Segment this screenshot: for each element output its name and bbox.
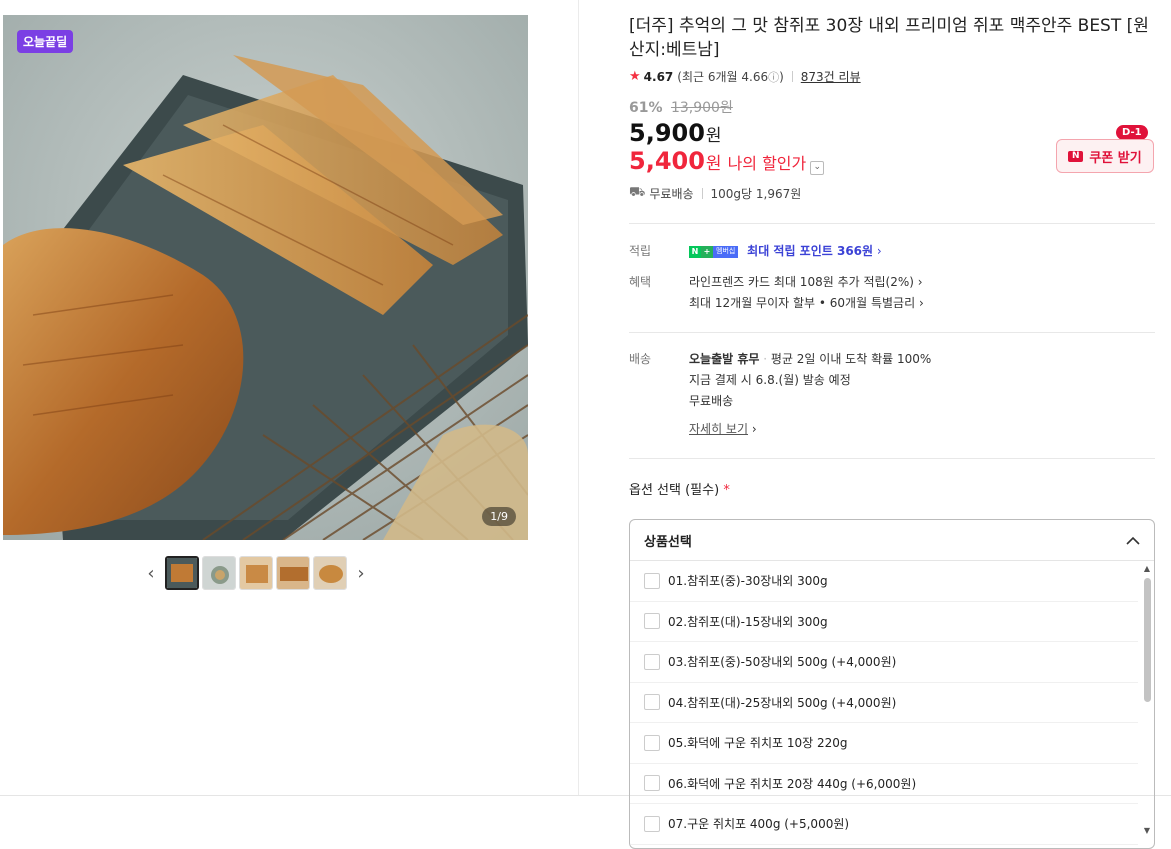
option-item[interactable]: 05.화덕에 구운 쥐치포 10장 220g: [630, 723, 1138, 764]
original-price: 13,900원: [670, 100, 733, 116]
option-item[interactable]: 07.구운 쥐치포 400g (+5,000원): [630, 804, 1138, 845]
product-info: [더주] 추억의 그 맛 참쥐포 30장 내외 프리미엄 쥐포 맥주안주 BES…: [629, 14, 1155, 849]
option-label: 옵션 선택 (필수) *: [629, 483, 730, 498]
option-checkbox[interactable]: [644, 572, 660, 589]
point-label: 적립: [629, 244, 652, 258]
chevron-left-icon[interactable]: ‹: [140, 555, 162, 591]
detail-link[interactable]: 자세히 보기: [689, 422, 748, 436]
required-mark: *: [723, 483, 730, 498]
chevron-right-icon: ›: [917, 275, 923, 289]
my-price-label[interactable]: 나의 할인가: [728, 150, 807, 174]
delivery-fee: 무료배송: [689, 394, 734, 408]
thumbnail-2[interactable]: [202, 556, 236, 590]
my-price: 5,400: [629, 147, 705, 175]
option-item-label: 02.참쥐포(대)-15장내외 300g: [668, 614, 828, 629]
chevron-up-icon[interactable]: [1126, 536, 1140, 545]
delivery-section: 배송 오늘출발 휴무 · 평균 2일 이내 도착 확률 100% 지금 결제 시…: [629, 333, 1155, 440]
discount-percent: 61%: [629, 100, 663, 116]
option-placeholder: 상품선택: [644, 534, 692, 550]
original-price-row: 61% 13,900원: [629, 97, 1155, 117]
scroll-thumb[interactable]: [1144, 578, 1151, 702]
divider: [629, 458, 1155, 459]
rating-recent-close: ): [779, 69, 784, 84]
option-dropdown[interactable]: 상품선택 01.참쥐포(중)-30장내외 300g 02.참쥐포(대)-15장내외…: [629, 519, 1155, 849]
price: 5,900: [629, 119, 705, 147]
dispatch-date: 지금 결제 시 6.8.(월) 발송 예정: [689, 373, 851, 387]
option-item-label: 01.참쥐포(중)-30장내외 300g: [668, 574, 828, 589]
my-price-unit: 원: [705, 154, 722, 174]
option-checkbox[interactable]: [644, 734, 660, 751]
option-item[interactable]: 06.화덕에 구운 쥐치포 20장 440g (+6,000원): [630, 764, 1138, 804]
coupon-label: 쿠폰 받기: [1089, 150, 1142, 166]
star-icon: ★: [629, 69, 641, 84]
scroll-up-icon[interactable]: ▲: [1142, 564, 1152, 574]
option-item[interactable]: 03.참쥐포(중)-50장내외 500g (+4,000원): [630, 642, 1138, 683]
chevron-right-icon[interactable]: ›: [752, 422, 757, 436]
chevron-right-icon[interactable]: ›: [350, 555, 372, 591]
thumbnail-1[interactable]: [165, 556, 199, 590]
option-item[interactable]: 02.참쥐포(대)-15장내외 300g: [630, 602, 1138, 642]
thumbnail-5[interactable]: [313, 556, 347, 590]
option-checkbox[interactable]: [644, 815, 660, 832]
product-main-image[interactable]: 오늘끝딜 1/9: [3, 15, 528, 540]
rating-recent: (최근 6개월 4.66: [677, 70, 769, 84]
jerky-photo: [3, 15, 528, 540]
unit-price: 100g당 1,967원: [710, 187, 802, 201]
benefit-label: 혜택: [629, 275, 652, 289]
option-item-label: 03.참쥐포(중)-50장내외 500g (+4,000원): [668, 655, 897, 670]
coupon-button[interactable]: N 쿠폰 받기: [1056, 139, 1154, 173]
benefit-row: 혜택 라인프렌즈 카드 최대 108원 추가 적립(2%) › 최대 12개월 …: [629, 272, 1155, 314]
installment-link[interactable]: 최대 12개월 무이자 할부 • 60개월 특별금리 ›: [689, 293, 924, 314]
chevron-right-icon[interactable]: ›: [877, 244, 882, 258]
option-checkbox[interactable]: [644, 653, 660, 670]
review-count-link[interactable]: 873건 리뷰: [801, 68, 861, 85]
option-list: 01.참쥐포(중)-30장내외 300g 02.참쥐포(대)-15장내외 300g…: [630, 561, 1154, 845]
point-link[interactable]: 최대 적립 포인트 366원: [747, 244, 873, 258]
truck-icon: ⛟: [629, 185, 646, 200]
option-checkbox[interactable]: [644, 613, 660, 630]
option-checkbox[interactable]: [644, 775, 660, 792]
shipping-fee: 무료배송: [649, 187, 694, 201]
rating-score: 4.67: [643, 69, 674, 84]
today-dispatch: 오늘출발 휴무: [689, 352, 760, 366]
option-item-label: 07.구운 쥐치포 400g (+5,000원): [668, 817, 850, 832]
card-benefit-link[interactable]: 라인프렌즈 카드 최대 108원 추가 적립(2%) ›: [689, 272, 924, 293]
thumbnail-4[interactable]: [276, 556, 310, 590]
price-unit: 원: [705, 126, 722, 146]
option-item-label: 06.화덕에 구운 쥐치포 20장 440g (+6,000원): [668, 776, 917, 791]
option-item[interactable]: 01.참쥐포(중)-30장내외 300g: [630, 561, 1138, 602]
scroll-down-icon[interactable]: ▼: [1142, 826, 1152, 836]
coupon-dday-badge: D-1: [1116, 125, 1148, 140]
naver-icon: N: [1068, 150, 1084, 162]
option-item-label: 04.참쥐포(대)-25장내외 500g (+4,000원): [668, 695, 897, 710]
rating-row: ★ 4.67 (최근 6개월 4.66 ⓘ ) 873건 리뷰: [629, 68, 1155, 85]
option-item-label: 05.화덕에 구운 쥐치포 10장 220g: [668, 736, 848, 751]
product-title: [더주] 추억의 그 맛 참쥐포 30장 내외 프리미엄 쥐포 맥주안주 BES…: [629, 16, 1149, 60]
shipping-row: ⛟ 무료배송 100g당 1,967원: [629, 185, 1155, 202]
thumbnail-strip: ‹ ›: [140, 555, 372, 591]
thumbnail-3[interactable]: [239, 556, 273, 590]
npay-membership-icon: N + 멤버십: [689, 245, 739, 258]
option-item[interactable]: 04.참쥐포(대)-25장내외 500g (+4,000원): [630, 683, 1138, 723]
image-counter: 1/9: [482, 507, 516, 526]
arrival-probability: 평균 2일 이내 도착 확률 100%: [770, 352, 932, 366]
deal-badge: 오늘끝딜: [17, 30, 74, 53]
delivery-label: 배송: [629, 352, 652, 366]
point-row: 적립 N + 멤버십 최대 적립 포인트 366원 ›: [629, 241, 1155, 262]
chevron-down-icon[interactable]: ⌄: [810, 161, 825, 175]
benefits-section: 적립 N + 멤버십 최대 적립 포인트 366원 › 혜택 라인프렌즈 카드 최대…: [629, 224, 1155, 314]
chevron-right-icon: ›: [918, 296, 924, 310]
delivery-row: 배송 오늘출발 휴무 · 평균 2일 이내 도착 확률 100% 지금 결제 시…: [629, 349, 1155, 440]
info-icon[interactable]: ⓘ: [768, 69, 779, 85]
scrollbar[interactable]: ▲ ▼: [1142, 564, 1152, 836]
product-gallery: 오늘끝딜 1/9 ‹ ›: [0, 0, 579, 795]
option-checkbox[interactable]: [644, 694, 660, 711]
separator: [701, 188, 703, 199]
separator: [791, 71, 793, 82]
option-select-header[interactable]: 상품선택: [630, 520, 1154, 561]
